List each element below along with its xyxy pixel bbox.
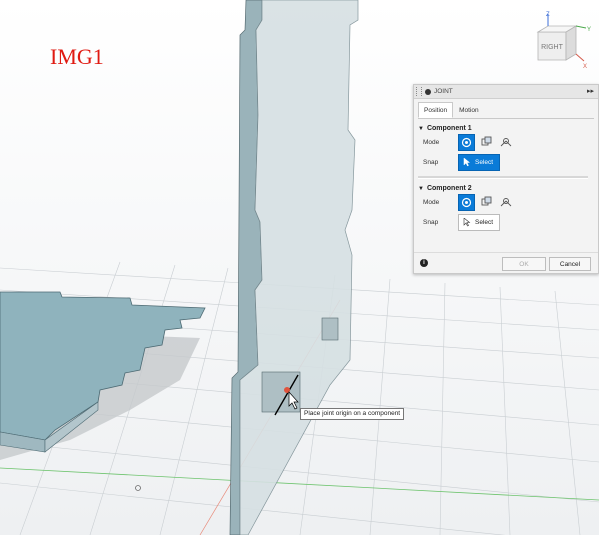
axis-y-label: Y [587, 27, 591, 33]
joint-panel-header[interactable]: JOINT ▸▸ [414, 85, 598, 99]
overlay-label: IMG1 [50, 44, 104, 69]
tab-position[interactable]: Position [418, 102, 454, 118]
component2-section[interactable]: ▼ Component 2 [418, 185, 598, 192]
view-cube-face-label: RIGHT [541, 44, 564, 51]
axis-x-label: X [583, 64, 587, 70]
joint-panel-title: JOINT [434, 88, 453, 95]
collapse-triangle-icon[interactable]: ▼ [418, 126, 424, 132]
expand-icon[interactable]: ▸▸ [587, 87, 594, 95]
tab-motion[interactable]: Motion [453, 102, 485, 118]
info-icon[interactable]: i [420, 259, 428, 267]
between-two-faces-icon[interactable] [479, 195, 494, 210]
component1-snap-row: Snap Select [423, 152, 598, 172]
two-edge-intersection-icon[interactable] [498, 135, 513, 150]
ok-button[interactable]: OK [502, 257, 546, 271]
component2-select-button[interactable]: Select [458, 213, 501, 231]
component2-mode-label: Mode [423, 198, 440, 206]
section-divider [418, 176, 588, 179]
component2-title: Component 2 [426, 185, 472, 192]
cursor-icon [463, 217, 471, 226]
axis-z-label: Z [546, 12, 550, 18]
cursor-tooltip: Place joint origin on a component [300, 408, 405, 420]
component1-snap-label: Snap [423, 158, 439, 166]
two-edge-intersection-icon[interactable] [498, 195, 513, 210]
joint-panel-footer: i OK Cancel [414, 252, 598, 273]
view-cube[interactable]: RIGHT Z X Y [520, 10, 596, 70]
component2-snap-label: Snap [423, 218, 439, 226]
cursor-icon [463, 157, 471, 166]
component1-select-label: Select [475, 158, 494, 166]
drag-handle-icon[interactable] [416, 87, 422, 96]
collapse-triangle-icon[interactable]: ▼ [418, 186, 424, 192]
between-two-faces-icon[interactable] [479, 135, 494, 150]
component1-select-button[interactable]: Select [458, 153, 501, 171]
component2-select-label: Select [475, 218, 494, 226]
simple-mode-icon[interactable] [458, 193, 475, 211]
joint-panel: JOINT ▸▸ Position Motion ▼ Component 1 M… [413, 84, 599, 274]
component1-title: Component 1 [426, 125, 472, 132]
joint-icon [425, 88, 431, 95]
component2-mode-row: Mode [423, 192, 598, 212]
joint-tabs: Position Motion [418, 102, 594, 119]
simple-mode-icon[interactable] [458, 133, 475, 151]
component1-section[interactable]: ▼ Component 1 [418, 125, 598, 132]
component2-snap-row: Snap Select [423, 212, 598, 232]
component1-mode-row: Mode [423, 132, 598, 152]
component1-mode-label: Mode [423, 138, 440, 146]
cancel-button[interactable]: Cancel [549, 257, 591, 271]
